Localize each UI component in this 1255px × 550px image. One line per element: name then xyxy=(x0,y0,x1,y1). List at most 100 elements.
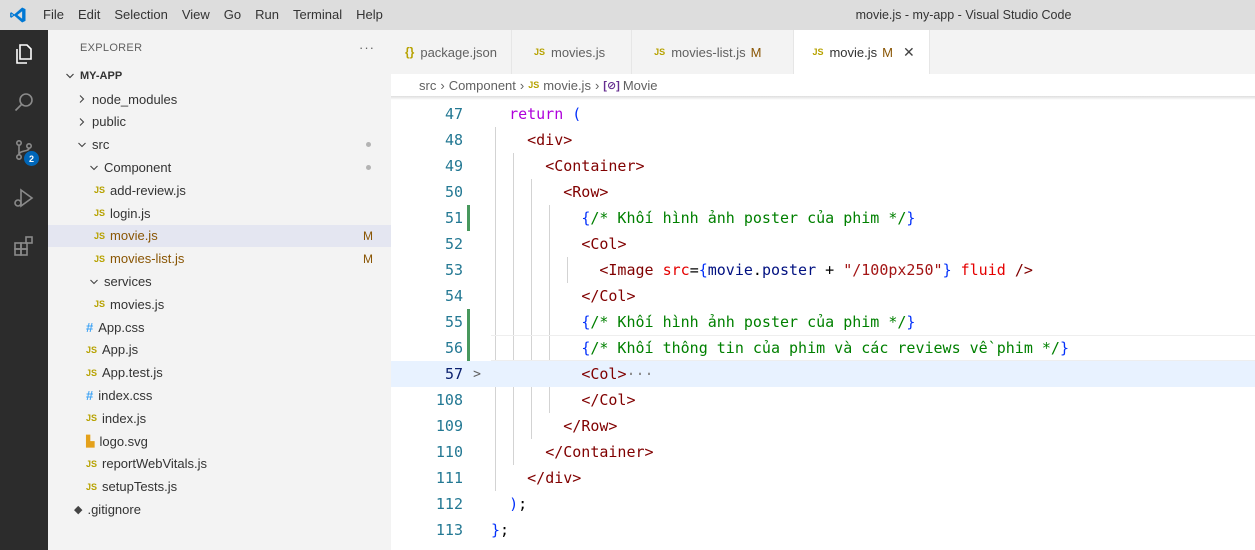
file-tree: MY-APP node_modulespublic src Component JS a… xyxy=(48,65,391,521)
line-number: 57 xyxy=(444,365,463,383)
code-line-52[interactable]: 52 <Col> xyxy=(391,231,1255,257)
code-line-111[interactable]: 111 </div> xyxy=(391,465,1255,491)
tree-item-public[interactable]: public xyxy=(48,111,391,134)
vscode-logo-icon[interactable] xyxy=(0,0,36,30)
activity-bar: 2 xyxy=(0,30,48,550)
code-line-53[interactable]: 53 <Image src={movie.poster + "/100px250… xyxy=(391,257,1255,283)
tree-item-setuptests-js[interactable]: JS setupTests.js xyxy=(48,475,391,498)
tree-item-label: public xyxy=(92,114,126,130)
css-file-icon: # xyxy=(86,388,94,404)
tree-item-label: movies.js xyxy=(110,296,165,312)
code-line-113[interactable]: 113}; xyxy=(391,517,1255,543)
run-debug-icon[interactable] xyxy=(0,174,48,222)
tree-item-index-css[interactable]: # index.css xyxy=(48,384,391,407)
chevron-down-icon xyxy=(62,71,78,81)
tree-item-movie-js[interactable]: JS movie.js M xyxy=(48,224,391,248)
close-icon[interactable]: ✕ xyxy=(903,44,915,61)
js-file-icon: JS xyxy=(812,47,824,57)
scm-badge: 2 xyxy=(24,151,39,166)
code-editor[interactable]: 47 return (48 <div> 49 <Container> 50 <Row… xyxy=(391,96,1255,550)
js-file-icon: JS xyxy=(94,185,106,196)
tree-item-src[interactable]: src xyxy=(48,133,391,156)
tree-item-label: index.js xyxy=(102,410,147,426)
menu-terminal[interactable]: Terminal xyxy=(286,0,349,30)
menu-run[interactable]: Run xyxy=(248,0,286,30)
workspace-root-label: MY-APP xyxy=(80,70,123,83)
search-icon[interactable] xyxy=(0,78,48,126)
tree-item-logo-svg[interactable]: ▙ logo.svg xyxy=(48,430,391,453)
tab-label: movies-list.js xyxy=(671,44,746,60)
source-control-icon[interactable]: 2 xyxy=(0,126,48,174)
code-line-49[interactable]: 49 <Container> xyxy=(391,153,1255,179)
chevron-right-icon xyxy=(74,117,90,127)
code-line-112[interactable]: 112 ); xyxy=(391,491,1255,517)
tab-movies-js[interactable]: JS movies.js xyxy=(512,30,633,74)
tree-item-label: App.css xyxy=(98,319,145,335)
code-line-55[interactable]: 55 {/* Khối hình ảnh poster của phim */} xyxy=(391,309,1255,335)
workspace-root[interactable]: MY-APP xyxy=(48,65,391,88)
tab-movie-js[interactable]: JS movie.js M ✕ xyxy=(794,30,930,74)
code-line-54[interactable]: 54 </Col> xyxy=(391,283,1255,309)
breadcrumb-component[interactable]: Component xyxy=(449,78,516,93)
menu-file[interactable]: File xyxy=(36,0,71,30)
tab-package-json[interactable]: {} package.json xyxy=(391,30,512,74)
tree-item-label: node_modules xyxy=(92,91,178,107)
more-actions-icon[interactable]: ··· xyxy=(359,40,375,55)
menu-help[interactable]: Help xyxy=(349,0,390,30)
tree-item-component[interactable]: Component xyxy=(48,156,391,179)
git-file-icon: ◆ xyxy=(74,504,83,517)
breadcrumb-symbol[interactable]: Movie xyxy=(623,78,658,93)
modified-dot-icon xyxy=(366,142,371,148)
line-number: 54 xyxy=(444,287,463,305)
tree-item-movies-list-js[interactable]: JS movies-list.js M xyxy=(48,247,391,270)
code-text: <Row> xyxy=(563,183,609,201)
js-file-icon: JS xyxy=(94,230,106,241)
line-number: 47 xyxy=(444,105,463,123)
tree-item-app-css[interactable]: # App.css xyxy=(48,316,391,339)
menu-selection[interactable]: Selection xyxy=(107,0,174,30)
code-line-48[interactable]: 48 <div> xyxy=(391,127,1255,153)
code-line-108[interactable]: 108 </Col> xyxy=(391,387,1255,413)
tree-item-index-js[interactable]: JS index.js xyxy=(48,407,391,430)
menu-edit[interactable]: Edit xyxy=(71,0,107,30)
tree-item-services[interactable]: services xyxy=(48,270,391,293)
explorer-icon[interactable] xyxy=(0,30,48,78)
line-number: 109 xyxy=(435,417,463,435)
tree-item-movies-js[interactable]: JS movies.js xyxy=(48,293,391,316)
breadcrumb-file[interactable]: movie.js xyxy=(543,78,591,93)
line-number: 50 xyxy=(444,183,463,201)
tree-item-add-review-js[interactable]: JS add-review.js xyxy=(48,179,391,202)
code-line-57[interactable]: 57 > <Col>··· xyxy=(391,361,1255,387)
code-line-51[interactable]: 51 {/* Khối hình ảnh poster của phim */} xyxy=(391,205,1255,231)
code-line-50[interactable]: 50 <Row> xyxy=(391,179,1255,205)
code-line-110[interactable]: 110 </Container> xyxy=(391,439,1255,465)
svg-file-icon: ▙ xyxy=(86,435,95,448)
fold-chevron-icon[interactable]: > xyxy=(463,367,491,382)
tree-item-login-js[interactable]: JS login.js xyxy=(48,202,391,225)
chevron-right-icon xyxy=(74,94,90,104)
menu-view[interactable]: View xyxy=(175,0,217,30)
js-file-icon: JS xyxy=(86,367,98,378)
tree-item-label: add-review.js xyxy=(110,182,186,198)
tree-item-node-modules[interactable]: node_modules xyxy=(48,88,391,111)
code-line-109[interactable]: 109 </Row> xyxy=(391,413,1255,439)
tree-item-app-test-js[interactable]: JS App.test.js xyxy=(48,361,391,384)
tree-item-reportwebvitals-js[interactable]: JS reportWebVitals.js xyxy=(48,453,391,476)
code-text: {/* Khối hình ảnh poster của phim */} xyxy=(581,313,916,331)
tree-item-app-js[interactable]: JS App.js xyxy=(48,339,391,362)
symbol-variable-icon: [⊘] xyxy=(603,79,620,92)
code-text: </Container> xyxy=(545,443,654,461)
code-text: {/* Khối hình ảnh poster của phim */} xyxy=(581,209,916,227)
code-text: </Col> xyxy=(581,391,636,409)
code-line-47[interactable]: 47 return ( xyxy=(391,101,1255,127)
code-text: return ( xyxy=(509,105,582,123)
tab-movies-list-js[interactable]: JS movies-list.js M xyxy=(632,30,795,74)
js-file-icon: JS xyxy=(94,299,106,310)
chevron-right-icon: › xyxy=(594,77,600,93)
code-text: }; xyxy=(491,521,510,539)
tree-item-gitignore[interactable]: ◆ .gitignore xyxy=(48,498,391,521)
tree-item-label: logo.svg xyxy=(99,433,148,449)
breadcrumb-src[interactable]: src xyxy=(419,78,436,93)
menu-go[interactable]: Go xyxy=(217,0,248,30)
extensions-icon[interactable] xyxy=(0,222,48,270)
